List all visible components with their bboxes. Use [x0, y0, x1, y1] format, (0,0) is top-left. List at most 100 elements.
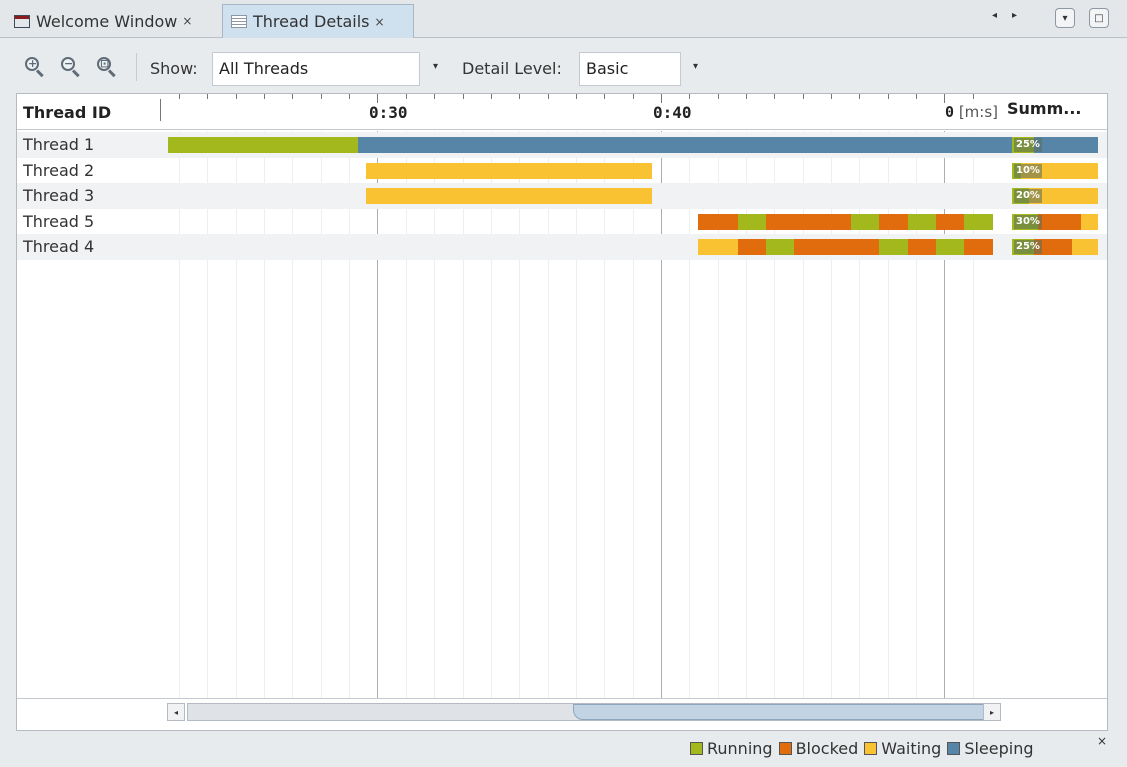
state-segment-blocked[interactable] [879, 213, 908, 230]
show-select-value: All Threads [219, 59, 309, 78]
state-segment-running[interactable] [737, 213, 766, 230]
state-segment-blocked[interactable] [935, 213, 965, 230]
column-divider[interactable] [160, 99, 161, 121]
thread-name: Thread 5 [23, 211, 95, 231]
thread-name: Thread 1 [23, 135, 95, 154]
thread-row[interactable]: Thread 4 25% [17, 234, 1107, 260]
state-segment-blocked[interactable] [907, 239, 936, 255]
state-segment-waiting[interactable] [366, 162, 653, 179]
detail-level-value: Basic [586, 59, 629, 78]
time-tick [859, 94, 861, 99]
state-segment-waiting[interactable] [697, 239, 738, 255]
tab-list-dropdown-icon[interactable]: ▾ [1055, 8, 1075, 28]
state-segment-running[interactable] [879, 239, 908, 255]
thread-timeline-panel: Thread ID 0:30 0:40 0 [m:s] Summ... Thre… [16, 93, 1108, 731]
tab-welcome-window[interactable]: Welcome Window × [6, 4, 220, 38]
scroll-tabs-left-icon[interactable]: ◂ [992, 10, 997, 21]
state-segment-running[interactable] [167, 137, 358, 153]
restore-window-icon[interactable]: □ [1089, 8, 1109, 28]
tab-thread-details[interactable]: Thread Details × [222, 4, 414, 38]
time-tick [575, 94, 577, 99]
state-segment-sleeping[interactable] [357, 137, 1013, 153]
state-segment-blocked[interactable] [697, 213, 738, 230]
close-tab-icon[interactable]: × [375, 15, 385, 29]
time-tick [944, 94, 946, 103]
time-tick-label: 0:40 [653, 103, 692, 122]
time-tick [405, 94, 407, 99]
summary-segment-waiting [1072, 239, 1098, 255]
time-tick [604, 94, 606, 99]
summary-segment-sleeping [1033, 137, 1098, 153]
time-tick [802, 94, 804, 99]
summary-percent: 10% [1014, 163, 1042, 178]
detail-level-select[interactable]: Basic [579, 52, 681, 86]
thread-summary-bar[interactable]: 20% [1012, 188, 1098, 204]
close-legend-icon[interactable]: × [1097, 734, 1107, 748]
state-segment-blocked[interactable] [794, 239, 880, 255]
thread-name: Thread 3 [23, 186, 95, 205]
legend-swatch [864, 741, 878, 755]
summary-column-header[interactable]: Summ... [1007, 99, 1093, 115]
scroll-left-button[interactable]: ◂ [167, 703, 185, 721]
thread-row[interactable]: Thread 3 20% [17, 183, 1107, 209]
scroll-thumb[interactable] [573, 704, 999, 720]
state-segment-running[interactable] [765, 239, 795, 255]
detail-level-dropdown-icon[interactable]: ▾ [693, 61, 698, 72]
state-segment-waiting[interactable] [366, 188, 653, 204]
thread-name: Thread 4 [23, 237, 95, 256]
state-segment-blocked[interactable] [737, 239, 766, 255]
thread-summary-bar[interactable]: 25% [1012, 239, 1098, 255]
show-dropdown-icon[interactable]: ▾ [433, 61, 438, 72]
legend-swatch [690, 741, 703, 755]
toolbar-separator [136, 53, 137, 81]
state-segment-blocked[interactable] [765, 213, 851, 230]
time-tick [349, 94, 351, 99]
legend-item-sleeping: Sleeping [947, 738, 1034, 758]
time-tick-label: 0:30 [369, 103, 408, 122]
state-segment-running[interactable] [907, 213, 936, 230]
thread-summary-bar[interactable]: 10% [1012, 162, 1098, 179]
zoom-out-icon[interactable]: − [60, 56, 82, 78]
time-unit-label: 0 [m:s] [945, 103, 998, 121]
scroll-right-button[interactable]: ▸ [983, 703, 1001, 721]
state-segment-running[interactable] [935, 239, 965, 255]
scroll-track[interactable] [187, 703, 999, 721]
tab-bar: Welcome Window × Thread Details × ◂ ▸ ▾ … [0, 0, 1127, 38]
scroll-tabs-right-icon[interactable]: ▸ [1012, 10, 1017, 21]
legend-item-waiting: Waiting [864, 739, 941, 758]
state-segment-running[interactable] [964, 213, 993, 230]
time-tick [235, 94, 237, 99]
thread-summary-bar[interactable]: 30% [1012, 213, 1098, 230]
state-segment-running[interactable] [850, 213, 880, 230]
legend-swatch [947, 741, 961, 755]
state-segment-blocked[interactable] [964, 239, 993, 255]
time-tick [660, 94, 662, 103]
thread-row[interactable]: Thread 1 25% [17, 132, 1107, 158]
thread-name: Thread 2 [23, 160, 95, 180]
time-tick [490, 94, 492, 99]
show-select[interactable]: All Threads [212, 52, 420, 86]
thread-row[interactable]: Thread 5 30% [17, 209, 1107, 235]
time-tick [887, 94, 889, 99]
zoom-in-icon[interactable]: + [24, 56, 46, 78]
list-icon [231, 15, 247, 28]
show-label: Show: [150, 59, 198, 78]
legend-label: Running [707, 738, 773, 758]
horizontal-scrollbar[interactable]: ◂ ▸ [17, 698, 1107, 730]
thread-id-column-header[interactable]: Thread ID [23, 103, 111, 122]
time-tick [462, 94, 464, 99]
thread-summary-bar[interactable]: 25% [1012, 137, 1098, 153]
tab-label: Welcome Window [36, 11, 178, 31]
window-icon [14, 14, 30, 28]
thread-row[interactable]: Thread 2 10% [17, 158, 1107, 184]
timeline-header: Thread ID 0:30 0:40 0 [m:s] Summ... [17, 94, 1107, 130]
time-tick [320, 94, 322, 99]
zoom-fit-icon[interactable]: ⊡ [96, 56, 118, 78]
time-tick [519, 94, 521, 99]
close-tab-icon[interactable]: × [182, 14, 192, 28]
time-tick [746, 94, 747, 99]
legend-label: Sleeping [964, 738, 1034, 758]
time-tick [717, 94, 719, 99]
summary-percent: 25% [1014, 138, 1042, 152]
summary-percent: 20% [1014, 189, 1042, 203]
